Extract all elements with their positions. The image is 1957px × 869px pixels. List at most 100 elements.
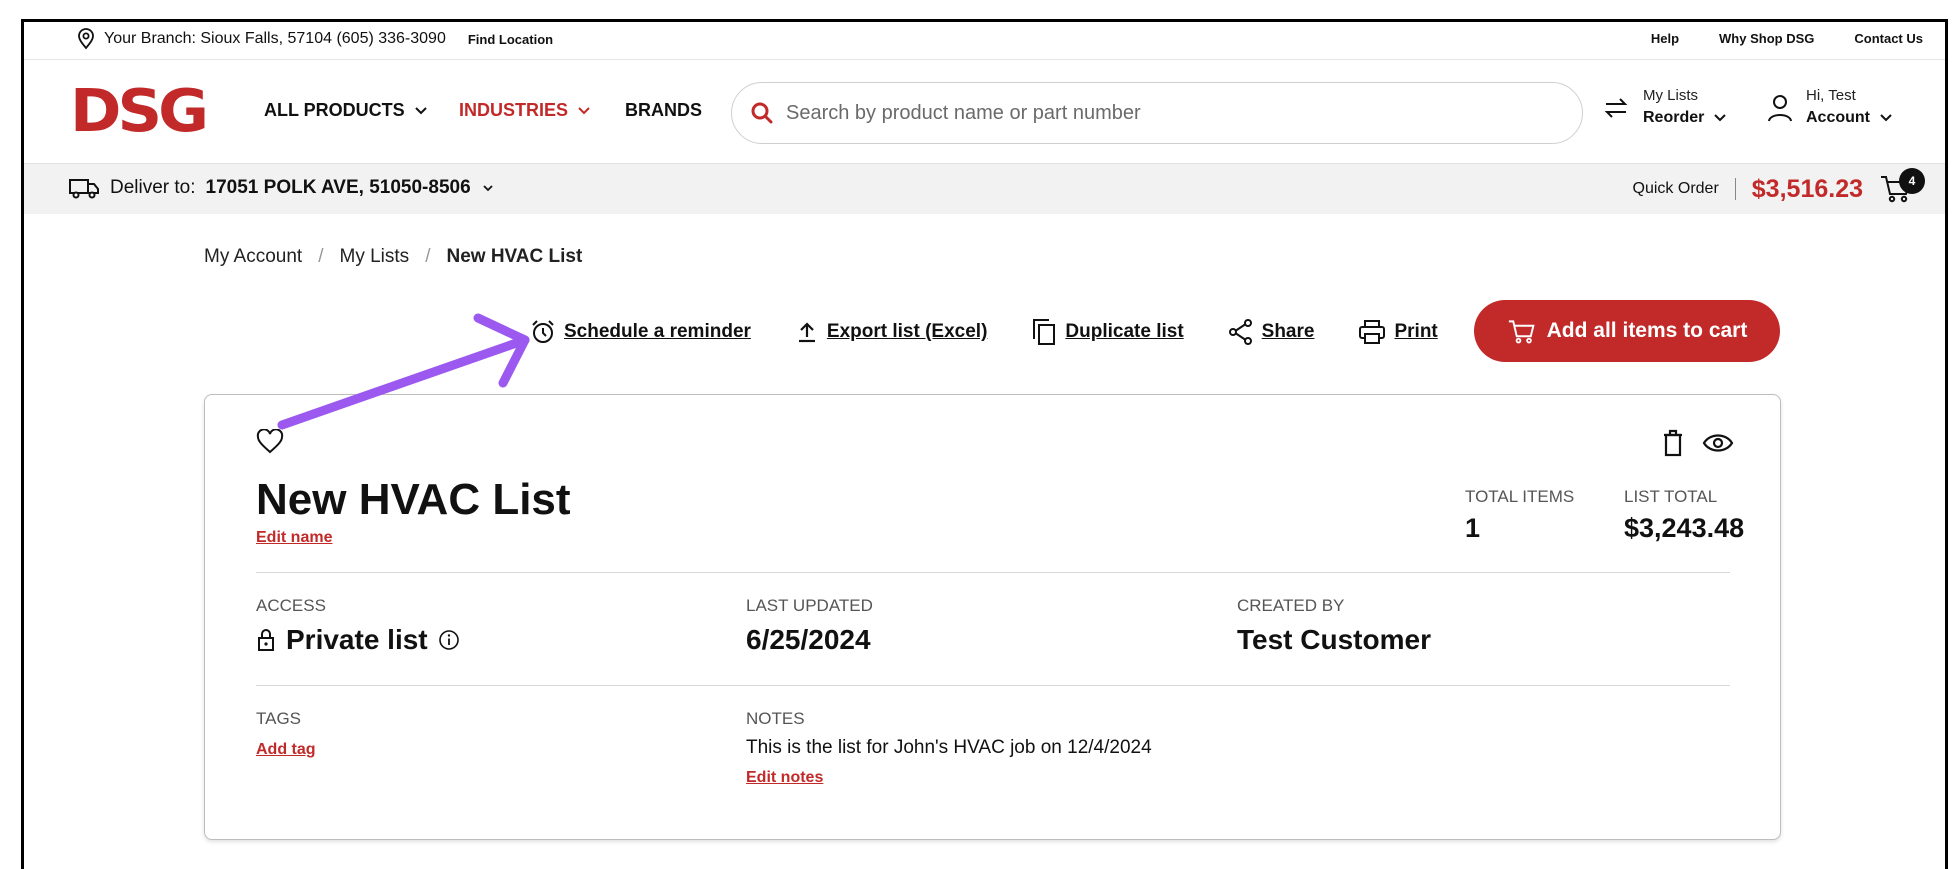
breadcrumb-separator: / [318,246,324,267]
search-icon [751,102,773,124]
breadcrumb-current: New HVAC List [446,246,583,267]
reorder-icon [1604,98,1628,118]
nav-brands-label: BRANDS [625,100,703,120]
printer-icon [1359,320,1386,344]
notes-label: NOTES [746,709,805,728]
help-link[interactable]: Help [1651,31,1679,46]
cart-button[interactable]: 4 [1879,168,1925,206]
upload-icon [798,322,815,343]
deliver-to-selector[interactable]: Deliver to: 17051 POLK AVE, 51050-8506 [68,176,495,200]
nav-brands[interactable]: BRANDS [625,100,702,121]
access-label: ACCESS [256,596,326,615]
utility-bar: Your Branch: Sioux Falls, 57104 (605) 33… [24,22,1945,60]
share-label: Share [1261,321,1315,342]
truck-icon [69,179,99,199]
chevron-down-icon [1714,114,1727,122]
tags-block: TAGS Add tag [256,709,316,759]
app-frame: Your Branch: Sioux Falls, 57104 (605) 33… [21,19,1948,869]
nav-all-products-label: ALL PRODUCTS [264,100,405,120]
heart-icon[interactable] [256,429,284,455]
user-icon [1768,95,1792,122]
edit-notes-link[interactable]: Edit notes [746,769,823,786]
duplicate-list-label: Duplicate list [1065,321,1184,342]
alarm-clock-icon [532,320,554,343]
location-pin-icon [78,28,94,50]
nav-industries-label: INDUSTRIES [459,100,569,120]
list-total-label: LIST TOTAL [1624,487,1718,506]
chevron-down-icon [414,106,427,114]
my-lists-label: My Lists [1643,87,1699,104]
created-by-label: CREATED BY [1237,596,1345,615]
list-title: New HVAC List [256,475,571,524]
total-items-value: 1 [1465,513,1481,543]
add-all-label: Add all items to cart [1546,319,1748,342]
nav-industries[interactable]: INDUSTRIES [459,100,592,121]
access-value: Private list [286,624,428,655]
add-all-to-cart-button[interactable]: Add all items to cart [1474,300,1780,362]
notes-text: This is the list for John's HVAC job on … [746,737,1152,758]
delivery-bar: Deliver to: 17051 POLK AVE, 51050-8506 Q… [24,164,1945,214]
edit-name-link[interactable]: Edit name [256,529,332,547]
print-label: Print [1394,321,1438,342]
schedule-reminder-button[interactable]: Schedule a reminder [530,319,751,345]
my-lists-menu[interactable]: My Lists Reorder [1601,86,1728,130]
export-list-label: Export list (Excel) [826,321,988,342]
chevron-down-icon [483,185,493,192]
search-bar [731,82,1583,144]
account-label: Account [1806,109,1870,126]
utility-links: Help Why Shop DSG Contact Us [1651,31,1923,46]
cart-icon [1508,320,1535,344]
why-shop-dsg-link[interactable]: Why Shop DSG [1719,31,1814,46]
print-button[interactable]: Print [1358,319,1438,345]
list-total-value: $3,243.48 [1624,513,1745,543]
last-updated-block: LAST UPDATED 6/25/2024 [746,596,873,656]
cart-count-badge: 4 [1899,168,1925,194]
schedule-reminder-label: Schedule a reminder [564,321,751,342]
tags-label: TAGS [256,709,302,728]
add-tag-link[interactable]: Add tag [256,741,316,758]
info-icon[interactable] [438,629,460,651]
chevron-down-icon [1880,114,1892,122]
eye-icon[interactable] [1702,431,1734,455]
delivery-address: 17051 POLK AVE, 51050-8506 [205,177,471,198]
quick-order-link[interactable]: Quick Order [1633,180,1719,198]
deliver-to-label: Deliver to: [110,177,196,198]
access-block: ACCESS Private list [256,596,460,656]
breadcrumb-my-account[interactable]: My Account [204,246,302,268]
copy-icon [1033,319,1056,345]
breadcrumb-my-lists[interactable]: My Lists [340,246,410,268]
chevron-down-icon [578,106,590,114]
branch-info: Your Branch: Sioux Falls, 57104 (605) 33… [76,28,553,50]
last-updated-value: 6/25/2024 [746,624,871,655]
last-updated-label: LAST UPDATED [746,596,873,615]
cart-total[interactable]: $3,516.23 [1752,175,1863,204]
list-details-card: New HVAC List Edit name TOTAL ITEMS 1 LI… [204,394,1781,840]
trash-icon[interactable] [1662,429,1684,457]
search-input[interactable] [786,101,1546,125]
list-actions: Schedule a reminder Export list (Excel) … [530,318,1438,346]
share-icon [1228,319,1252,345]
greeting-label: Hi, Test [1806,87,1856,104]
created-by-value: Test Customer [1237,624,1431,655]
divider [1734,178,1736,200]
reorder-label: Reorder [1643,109,1705,126]
breadcrumb-separator: / [425,246,431,267]
breadcrumb: My Account / My Lists / New HVAC List [204,246,582,268]
share-button[interactable]: Share [1228,318,1315,346]
find-location-link[interactable]: Find Location [468,32,553,47]
divider [256,572,1730,573]
created-by-block: CREATED BY Test Customer [1237,596,1431,656]
export-list-button[interactable]: Export list (Excel) [795,320,988,344]
total-items-block: TOTAL ITEMS 1 [1465,487,1574,544]
nav-all-products[interactable]: ALL PRODUCTS [264,100,429,121]
list-total-block: LIST TOTAL $3,243.48 [1624,487,1744,544]
branch-text: Your Branch: Sioux Falls, 57104 (605) 33… [104,30,446,47]
cart-summary: Quick Order $3,516.23 4 [1633,168,1925,206]
notes-block: NOTES This is the list for John's HVAC j… [746,709,1152,787]
total-items-label: TOTAL ITEMS [1465,487,1575,506]
duplicate-list-button[interactable]: Duplicate list [1031,318,1184,346]
lock-icon [258,629,274,651]
account-menu[interactable]: Hi, Test Account [1766,86,1894,130]
contact-us-link[interactable]: Contact Us [1854,31,1923,46]
dsg-logo[interactable]: DSG [70,81,209,140]
